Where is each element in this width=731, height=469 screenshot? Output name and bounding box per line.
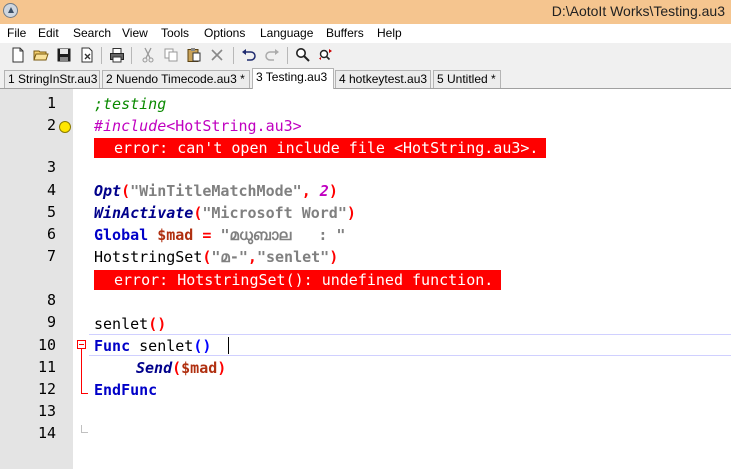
- redo-icon[interactable]: [264, 47, 280, 63]
- line-number: 10: [37, 336, 56, 354]
- line-number: 9: [46, 313, 56, 331]
- line-number: 7: [46, 247, 56, 265]
- find-icon[interactable]: [295, 47, 311, 63]
- open-folder-icon[interactable]: [33, 47, 49, 63]
- menu-tools[interactable]: Tools: [161, 26, 189, 40]
- line-number: 6: [46, 225, 56, 243]
- code-line-10: Func senlet(): [94, 337, 212, 355]
- code-line-12: EndFunc: [94, 381, 158, 399]
- menu-buffers[interactable]: Buffers: [326, 26, 364, 40]
- tab-bar: 1 StringInStr.au3 2 Nuendo Timecode.au3 …: [0, 68, 731, 89]
- replace-icon[interactable]: [318, 47, 334, 63]
- undo-icon[interactable]: [241, 47, 257, 63]
- toolbar-separator: [131, 47, 132, 64]
- line-number: 11: [37, 358, 56, 376]
- line-number: 13: [37, 402, 56, 420]
- code-line-9: senlet(): [94, 315, 167, 333]
- toolbar: [0, 43, 731, 68]
- delete-icon[interactable]: [209, 47, 225, 63]
- menu-language[interactable]: Language: [260, 26, 313, 40]
- line-number: 12: [37, 380, 56, 398]
- error-annotation: error: HotstringSet(): undefined functio…: [94, 270, 502, 290]
- line-number: 14: [37, 424, 56, 442]
- tab-untitled[interactable]: 5 Untitled *: [433, 70, 501, 88]
- copy-icon[interactable]: [163, 47, 179, 63]
- tab-testing[interactable]: 3 Testing.au3: [252, 68, 334, 89]
- error-annotation: error: can't open include file <HotStrin…: [94, 138, 547, 158]
- menu-file[interactable]: File: [7, 26, 26, 40]
- print-icon[interactable]: [109, 47, 125, 63]
- code-line-11: Send($mad): [136, 359, 227, 377]
- menu-edit[interactable]: Edit: [38, 26, 59, 40]
- code-line-6: Global $mad = "മധുബാല : ": [94, 226, 346, 244]
- line-number: 1: [46, 94, 56, 112]
- menu-bar: File Edit Search View Tools Options Lang…: [0, 24, 731, 43]
- code-line-2: #include<HotString.au3>: [94, 117, 302, 135]
- fold-line-end: [81, 393, 88, 394]
- line-number: 3: [46, 158, 56, 176]
- fold-margin[interactable]: [73, 89, 89, 469]
- code-line-1: ;testing: [94, 95, 167, 113]
- line-number: 8: [46, 291, 56, 309]
- fold-line: [81, 349, 82, 394]
- fold-line-end: [81, 432, 88, 433]
- toolbar-separator: [287, 47, 288, 64]
- code-line-5: WinActivate("Microsoft Word"): [94, 204, 356, 222]
- save-icon[interactable]: [56, 47, 72, 63]
- tab-hotkeytest[interactable]: 4 hotkeytest.au3: [335, 70, 431, 88]
- close-file-icon[interactable]: [79, 47, 95, 63]
- menu-search[interactable]: Search: [73, 26, 111, 40]
- code-line-7: HotstringSet("മ-","senlet"): [94, 248, 339, 266]
- toolbar-separator: [233, 47, 234, 64]
- text-caret: [228, 337, 229, 354]
- fold-collapse-icon[interactable]: [77, 340, 86, 349]
- title-bar: D:\AotoIt Works\Testing.au3: [0, 0, 731, 24]
- toolbar-separator: [101, 47, 102, 64]
- line-number: 4: [46, 181, 56, 199]
- new-file-icon[interactable]: [10, 47, 26, 63]
- menu-help[interactable]: Help: [377, 26, 402, 40]
- bookmark-marker-icon[interactable]: [59, 121, 71, 133]
- line-number: 2: [46, 116, 56, 134]
- code-line-4: Opt("WinTitleMatchMode", 2): [94, 182, 338, 200]
- cut-icon[interactable]: [140, 47, 156, 63]
- window-title: D:\AotoIt Works\Testing.au3: [551, 3, 725, 19]
- paste-icon[interactable]: [186, 47, 202, 63]
- line-number: 5: [46, 203, 56, 221]
- tab-stringinstr[interactable]: 1 StringInStr.au3: [4, 70, 100, 88]
- menu-options[interactable]: Options: [204, 26, 245, 40]
- tab-nuendo-timecode[interactable]: 2 Nuendo Timecode.au3 *: [102, 70, 250, 88]
- menu-view[interactable]: View: [122, 26, 148, 40]
- autoit-icon[interactable]: [3, 3, 18, 18]
